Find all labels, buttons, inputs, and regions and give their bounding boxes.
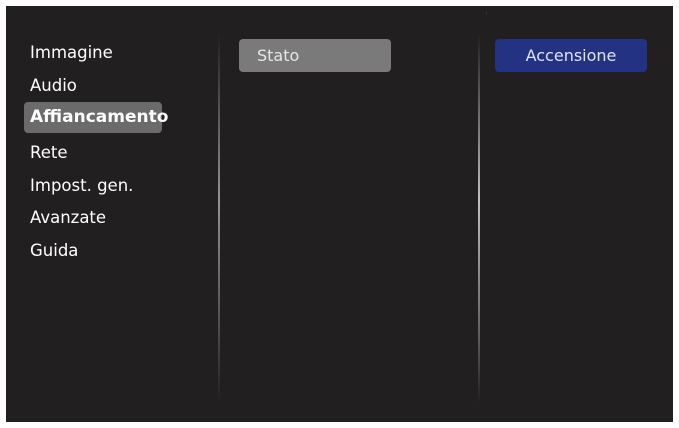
menu-item-affiancamento[interactable]: Affiancamento (24, 102, 168, 133)
menu-item-avanzate[interactable]: Avanzate (30, 204, 106, 232)
osd-screen: Immagine Audio Affiancamento Rete Impost… (6, 6, 673, 422)
menu-item-impost-gen[interactable]: Impost. gen. (30, 172, 133, 200)
value-option-accensione[interactable]: Accensione (495, 39, 647, 72)
column-divider-left (218, 34, 220, 404)
menu-item-audio[interactable]: Audio (30, 72, 77, 100)
menu-item-immagine[interactable]: Immagine (30, 39, 113, 67)
top-marker (486, 12, 487, 14)
column-divider-right (478, 34, 480, 404)
menu-item-rete[interactable]: Rete (30, 139, 68, 167)
submenu-item-stato[interactable]: Stato (239, 39, 391, 72)
menu-item-guida[interactable]: Guida (30, 237, 78, 265)
